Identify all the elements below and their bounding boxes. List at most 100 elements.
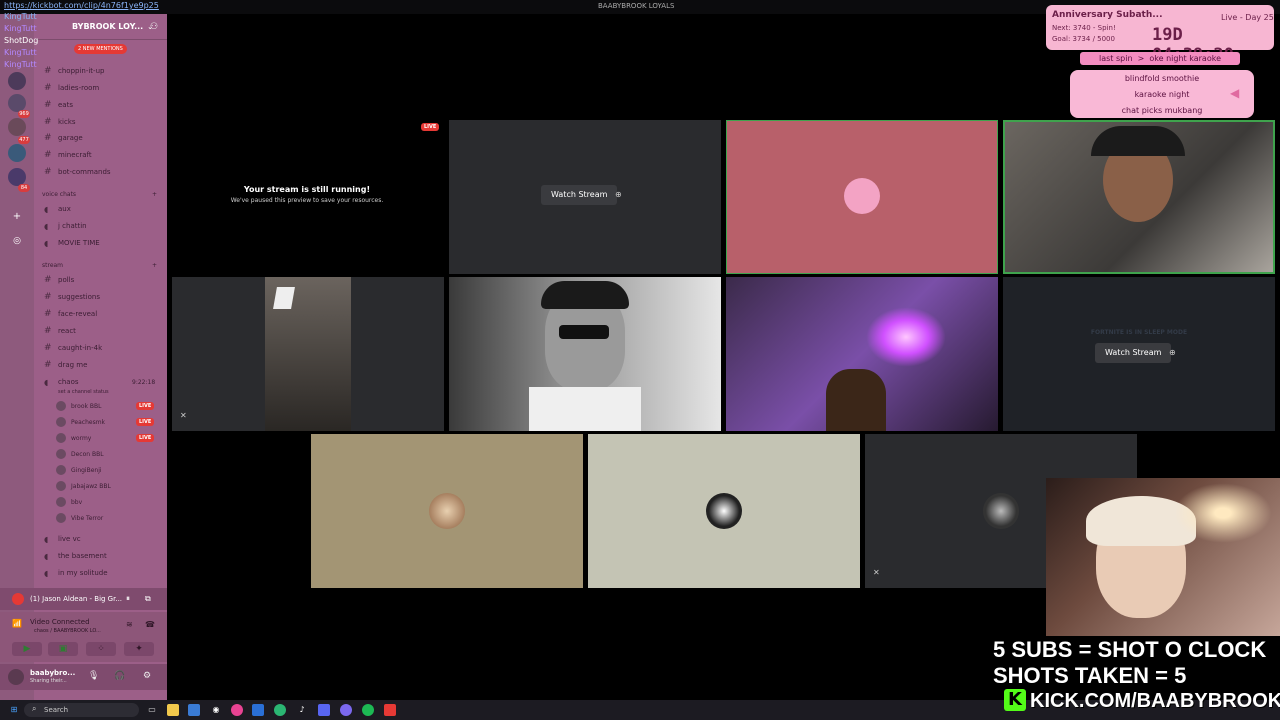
video-tile[interactable] xyxy=(588,434,860,588)
app-icon[interactable] xyxy=(231,704,243,716)
microphone-icon[interactable]: 🎙 xyxy=(88,671,99,681)
tiktok-icon[interactable]: ♪ xyxy=(296,704,308,716)
voice-channel-item[interactable]: ◖ j chattin xyxy=(44,219,164,233)
voice-channel-item[interactable]: ◖ aux xyxy=(44,202,164,216)
channel-status[interactable]: Set a channel status xyxy=(58,389,109,395)
gear-icon[interactable]: ⚙ xyxy=(143,671,151,681)
camera-button[interactable]: ▶ xyxy=(12,642,42,656)
brave-icon[interactable] xyxy=(384,704,396,716)
video-tile[interactable]: FORTNITE IS IN SLEEP MODE Watch Stream ⊕ xyxy=(1003,277,1275,431)
video-tile-webcam[interactable] xyxy=(726,277,998,431)
fortnite-sleep-label: FORTNITE IS IN SLEEP MODE xyxy=(1090,329,1188,336)
video-tile[interactable] xyxy=(726,120,998,274)
channel-item[interactable]: # bot-commands xyxy=(44,165,164,179)
video-tile-webcam[interactable] xyxy=(449,277,721,431)
server-icon[interactable] xyxy=(8,118,26,136)
clip-url-link[interactable]: https://kickbot.com/clip/4n76f1ye9p25 xyxy=(4,1,159,10)
video-tile[interactable] xyxy=(311,434,583,588)
channel-item[interactable]: # react xyxy=(44,324,164,338)
window-title: BAABYBROOK LOYALS xyxy=(598,2,675,10)
invite-icon[interactable]: ⚇ xyxy=(150,22,158,32)
disconnect-icon[interactable]: ☎ xyxy=(145,620,155,629)
channel-item[interactable]: # ladies-room xyxy=(44,81,164,95)
video-tile[interactable]: Watch Stream ⊕ xyxy=(449,120,721,274)
channel-item[interactable]: # caught-in-4k xyxy=(44,341,164,355)
app-icon[interactable] xyxy=(274,704,286,716)
app-icon[interactable] xyxy=(340,704,352,716)
voice-user[interactable]: Jabajawz BBL xyxy=(56,479,166,493)
channel-item[interactable]: # face-reveal xyxy=(44,307,164,321)
hash-icon: # xyxy=(44,343,52,353)
wheel-item: blindfold smoothie xyxy=(1124,74,1200,83)
overlay-username: KingTutt xyxy=(4,24,37,33)
add-server-icon[interactable]: + xyxy=(8,208,26,226)
add-channel-icon[interactable]: + xyxy=(152,191,157,198)
zoom-icon[interactable]: ⊕ xyxy=(615,190,627,202)
watch-stream-button[interactable]: Watch Stream xyxy=(1095,343,1172,363)
now-playing-text: (1) Jason Aldean - Big Gr... xyxy=(30,595,123,603)
browser-icon[interactable] xyxy=(188,704,200,716)
windows-start-icon[interactable]: ⊞ xyxy=(8,704,20,716)
explore-icon[interactable]: ◎ xyxy=(8,232,26,250)
category-voice-chats[interactable]: voice chats + xyxy=(42,191,157,198)
avatar[interactable] xyxy=(8,669,24,685)
server-header[interactable]: BYBROOK LOY... ⌄ ⚇ xyxy=(34,14,167,40)
obs-icon[interactable]: ◉ xyxy=(210,704,222,716)
channel-item[interactable]: # drag me xyxy=(44,358,164,372)
pause-icon[interactable]: ⏸ xyxy=(126,594,130,604)
popout-icon[interactable]: ⧉ xyxy=(145,594,151,604)
channel-item[interactable]: # kicks xyxy=(44,115,164,129)
voice-channel-item[interactable]: ◖ the basement xyxy=(44,549,164,563)
hash-icon: # xyxy=(44,275,52,285)
voice-user[interactable]: Vibe Terror xyxy=(56,511,166,525)
speaker-icon: ◖ xyxy=(44,551,49,561)
category-stream[interactable]: stream + xyxy=(42,262,157,269)
video-tile-webcam[interactable] xyxy=(1003,120,1275,274)
channel-item[interactable]: # choppin-it-up xyxy=(44,64,164,78)
headphones-icon[interactable]: 🎧 xyxy=(114,671,125,681)
wheel-item: chat picks mukbang xyxy=(1121,106,1203,115)
voice-channel-item[interactable]: ◖ in my solitude xyxy=(44,566,164,580)
speaker-icon: ◖ xyxy=(44,377,49,387)
channel-item[interactable]: # polls xyxy=(44,273,164,287)
activities-button[interactable]: ⁘ xyxy=(86,642,116,656)
avatar xyxy=(429,493,465,529)
taskbar-search[interactable]: Search xyxy=(24,703,139,717)
new-mentions-pill[interactable]: 2 NEW MENTIONS xyxy=(74,44,127,54)
server-icon[interactable] xyxy=(8,144,26,162)
voice-user[interactable]: Decon BBL xyxy=(56,447,166,461)
channel-item[interactable]: # garage xyxy=(44,131,164,145)
file-explorer-icon[interactable] xyxy=(167,704,179,716)
shots-taken-text: SHOTS TAKEN = 5 xyxy=(993,663,1187,688)
zoom-icon[interactable]: ⊕ xyxy=(1169,348,1181,360)
voice-channel-item[interactable]: ◖ live vc xyxy=(44,532,164,546)
noise-suppression-icon[interactable]: ≋ xyxy=(126,620,133,629)
voice-user[interactable]: wormy LIVE xyxy=(56,431,166,445)
wheel-pointer-icon: ◀ xyxy=(1230,86,1240,100)
voice-user[interactable]: Peachesmk LIVE xyxy=(56,415,166,429)
soundboard-button[interactable]: ✦ xyxy=(124,642,154,656)
channel-item[interactable]: # suggestions xyxy=(44,290,164,304)
now-playing-panel[interactable]: (1) Jason Aldean - Big Gr... ⏸ ⧉ xyxy=(0,588,167,610)
speaker-icon: ◖ xyxy=(44,204,49,214)
discord-icon[interactable] xyxy=(318,704,330,716)
channel-item[interactable]: # minecraft xyxy=(44,148,164,162)
task-view-icon[interactable]: ▭ xyxy=(146,704,158,716)
watch-stream-button[interactable]: Watch Stream xyxy=(541,185,618,205)
add-channel-icon[interactable]: + xyxy=(152,262,157,269)
steam-icon[interactable] xyxy=(252,704,264,716)
server-icon[interactable] xyxy=(8,72,26,90)
voice-user[interactable]: brook BBL LIVE xyxy=(56,399,166,413)
voice-channel-item[interactable]: ◖ MOVIE TIME xyxy=(44,236,164,250)
channel-item[interactable]: # eats xyxy=(44,98,164,112)
avatar xyxy=(56,513,66,523)
video-tile[interactable]: ✕ xyxy=(172,277,444,431)
kick-url-banner: KICK.COM/BAABYBROOK xyxy=(1030,690,1280,712)
hash-icon: # xyxy=(44,66,52,76)
spotify-icon[interactable] xyxy=(362,704,374,716)
screen-share-button[interactable]: ▣ xyxy=(48,642,78,656)
live-badge: LIVE xyxy=(136,418,155,426)
voice-connection-channel[interactable]: chaos / BAABYBROOK LO... xyxy=(34,628,101,634)
voice-user[interactable]: bbv xyxy=(56,495,166,509)
voice-user[interactable]: GingiBenji xyxy=(56,463,166,477)
